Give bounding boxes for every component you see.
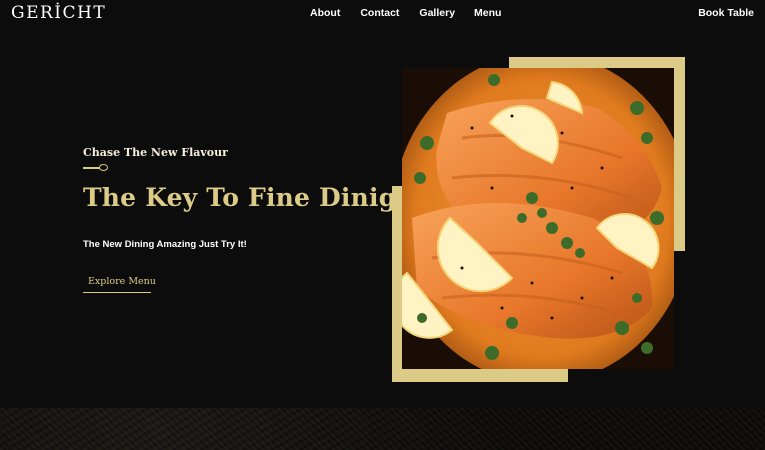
navbar: GERİCHT About Contact Gallery Menu Book … xyxy=(0,0,765,28)
hero-tagline: The New Dining Amazing Just Try It! xyxy=(83,239,247,250)
nav-contact[interactable]: Contact xyxy=(360,7,399,19)
spoon-icon xyxy=(83,164,109,172)
salmon-dish-photo xyxy=(402,68,674,369)
logo[interactable]: GERİCHT xyxy=(11,3,106,23)
explore-menu-button[interactable]: Explore Menu xyxy=(83,276,156,293)
spoon-bowl xyxy=(99,164,108,171)
book-table-link[interactable]: Book Table xyxy=(698,7,754,19)
nav-gallery[interactable]: Gallery xyxy=(419,7,455,19)
nav-about[interactable]: About xyxy=(310,7,340,19)
textured-section-divider xyxy=(0,408,765,450)
hero-title: The Key To Fine Dinig xyxy=(83,183,397,212)
salmon-dish-illustration xyxy=(402,68,674,369)
hero-subtitle: Chase The New Flavour xyxy=(83,146,228,159)
spoon-handle xyxy=(83,167,100,169)
nav-menu[interactable]: Menu xyxy=(474,7,501,19)
nav-links: About Contact Gallery Menu xyxy=(310,7,501,19)
hero-text: Chase The New Flavour The Key To Fine Di… xyxy=(83,146,396,293)
